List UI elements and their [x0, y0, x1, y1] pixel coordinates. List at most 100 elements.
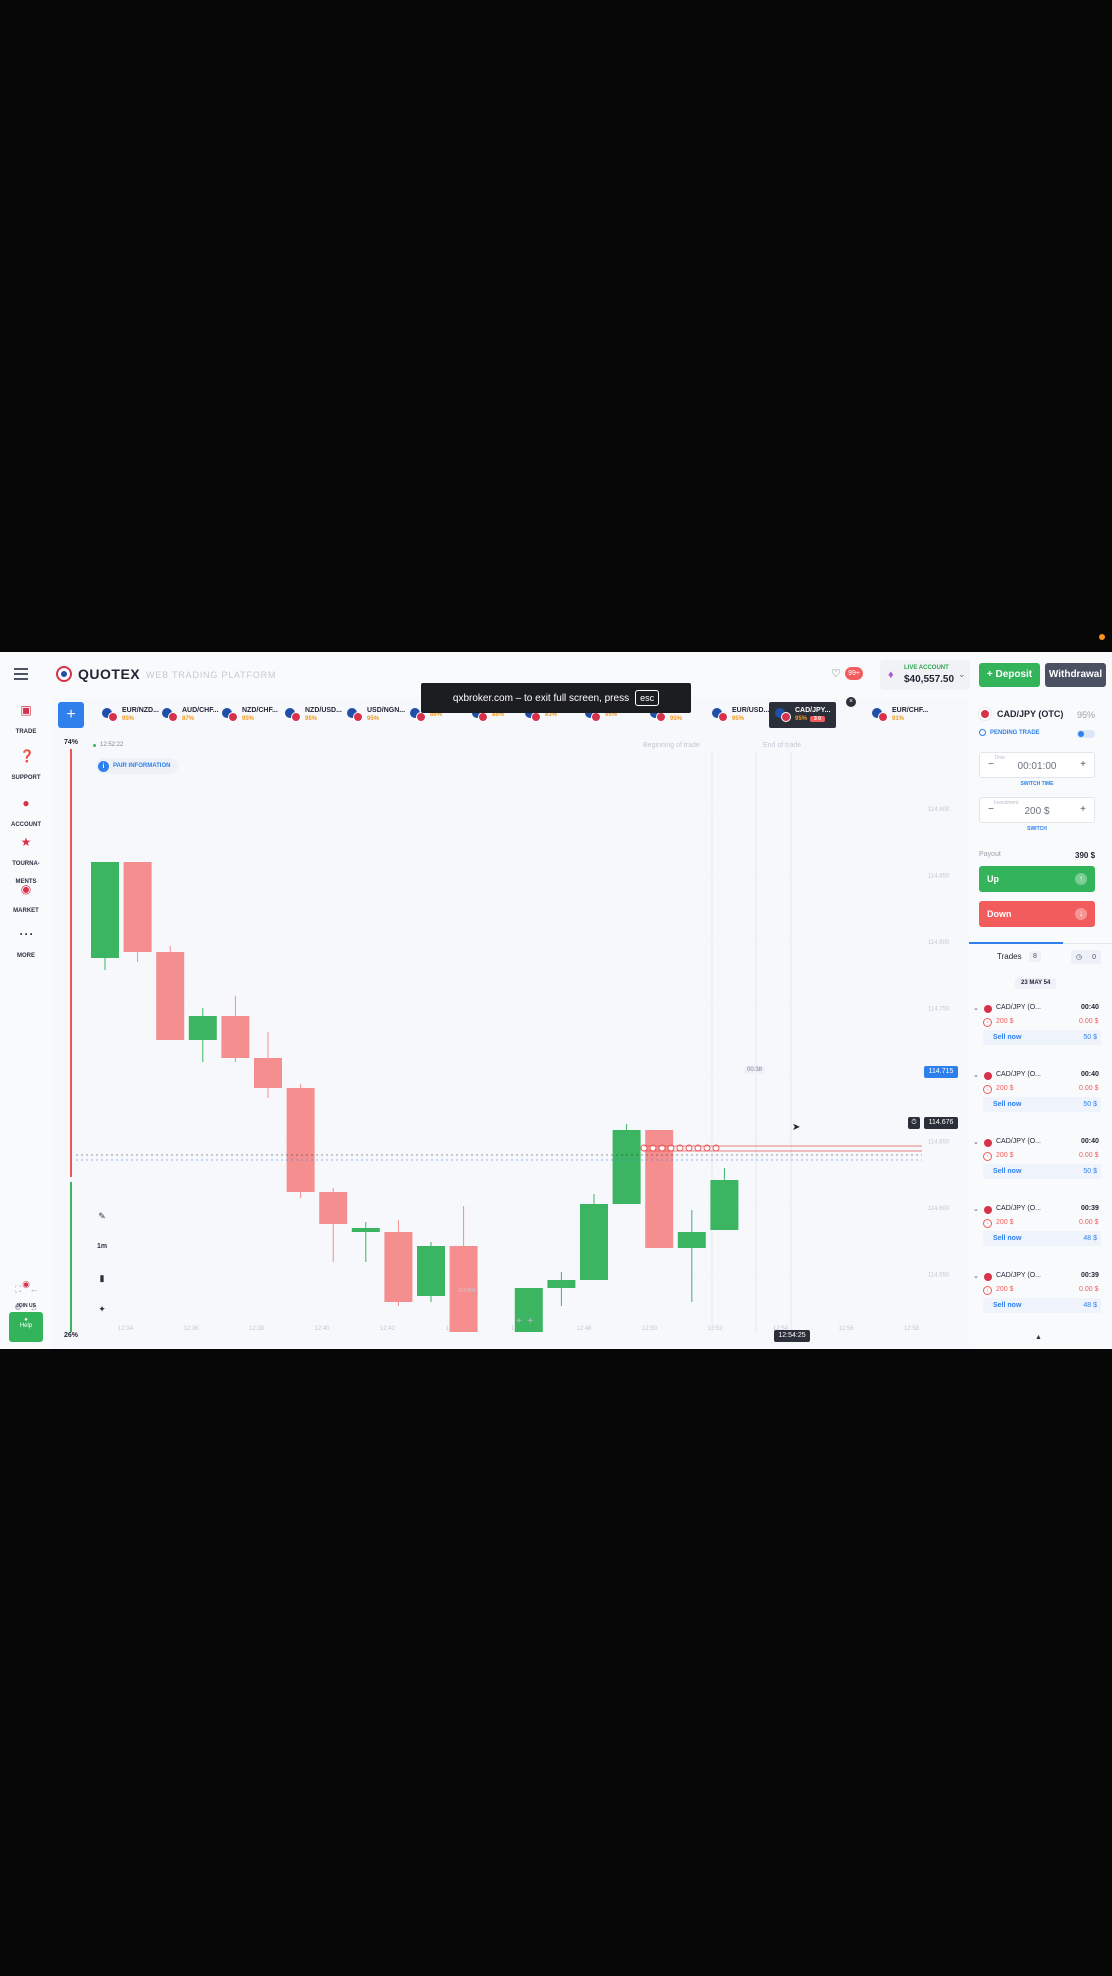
- sell-now-button[interactable]: Sell now 50 $: [983, 1164, 1101, 1179]
- asset-tab[interactable]: EUR/NZD... 95%: [102, 702, 159, 728]
- asset-tab-pct: 91%: [892, 716, 905, 722]
- trade-profit: 0.00 $: [1079, 1286, 1099, 1293]
- trade-time-left: 00:40: [1081, 1004, 1099, 1011]
- sidebar-item-tournaments[interactable]: ★ TOURNA- MENTS: [0, 836, 52, 888]
- asset-tab[interactable]: EUR/USD... 95%: [712, 702, 769, 728]
- sidebar-item-market[interactable]: ◉ MARKET: [0, 883, 52, 917]
- sell-now-button[interactable]: Sell now 50 $: [983, 1097, 1101, 1112]
- sidebar-item-more[interactable]: ··· MORE: [0, 928, 52, 962]
- down-button[interactable]: Down ↓: [979, 901, 1095, 927]
- asset-tab-name: CAD/JPY...: [795, 707, 831, 714]
- help-label: Help: [19, 1323, 33, 1329]
- selected-asset[interactable]: CAD/JPY (OTC): [979, 708, 1063, 720]
- y-tick-label: 114.850: [928, 874, 950, 880]
- asset-tab[interactable]: EUR/CHF... 91%: [872, 702, 928, 728]
- y-tick-label: 114.650: [928, 1140, 950, 1146]
- plus-icon[interactable]: +: [1078, 805, 1088, 815]
- canada-flag-icon: [984, 1072, 992, 1080]
- chevron-down-icon[interactable]: ⌄: [973, 1004, 979, 1012]
- sidebar-item-trade[interactable]: ▣ TRADE: [0, 704, 52, 738]
- sidebar-item-support[interactable]: ❓ SUPPORT: [0, 750, 52, 784]
- asset-tab-text: EUR/CHF... 91%: [892, 706, 928, 724]
- x-tick-label: 12:56: [839, 1326, 855, 1332]
- plus-icon[interactable]: +: [1078, 760, 1088, 770]
- pencil-icon[interactable]: ✎: [96, 1210, 108, 1222]
- sell-now-value: 50 $: [1083, 1168, 1097, 1175]
- trade-card[interactable]: ⌄ CAD/JPY (O... 00:40 ↓ 200 $ 0.00 $ Sell now 5…: [969, 1134, 1112, 1194]
- asset-tab-payout: 95%: [242, 715, 278, 724]
- chevron-down-icon[interactable]: ⌄: [973, 1071, 979, 1079]
- asset-tab-payout: 95%: [305, 715, 342, 724]
- sell-now-button[interactable]: Sell now 48 $: [983, 1298, 1101, 1313]
- switch-button[interactable]: SWITCH: [979, 826, 1095, 832]
- trade-amount: 200 $: [996, 1018, 1014, 1025]
- chevron-down-icon[interactable]: ⌄: [973, 1205, 979, 1213]
- help-button[interactable]: ● Help: [9, 1312, 43, 1342]
- tab-trades[interactable]: Trades: [997, 952, 1022, 961]
- trade-time-left: 00:39: [1081, 1272, 1099, 1279]
- candle-body: [384, 1232, 413, 1302]
- platform-label: WEB TRADING PLATFORM: [146, 670, 277, 680]
- time-stepper[interactable]: Time − 00:01:00 +: [979, 752, 1095, 778]
- trade-card[interactable]: ⌄ CAD/JPY (O... 00:39 ↓ 200 $ 0.00 $ Sell now 4…: [969, 1201, 1112, 1261]
- scroll-up-icon[interactable]: ▲: [1035, 1334, 1042, 1341]
- switch-time-button[interactable]: SWITCH TIME: [979, 781, 1095, 787]
- asset-tab[interactable]: NZD/USD... 95%: [285, 702, 342, 728]
- time-value[interactable]: 00:01:00: [980, 761, 1094, 772]
- trade-card[interactable]: ⌄ CAD/JPY (O... 00:40 ↓ 200 $ 0.00 $ Sell now 5…: [969, 1000, 1112, 1060]
- asset-tab-pct: 95%: [242, 716, 255, 722]
- pending-toggle[interactable]: [1077, 730, 1095, 738]
- flag-pair-icon: [347, 708, 363, 722]
- canada-flag-icon: [984, 1206, 992, 1214]
- sell-now-value: 48 $: [1083, 1235, 1097, 1242]
- join-us-link[interactable]: ◉ JOIN US: [12, 1278, 40, 1312]
- alarm-icon[interactable]: ⏱: [908, 1117, 920, 1129]
- brand-logo[interactable]: QUOTEX: [56, 666, 140, 682]
- asset-tab-payout: 95%: [732, 715, 769, 724]
- asset-tab[interactable]: NZD/CHF... 95%: [222, 702, 278, 728]
- sell-now-button[interactable]: Sell now 50 $: [983, 1030, 1101, 1045]
- deposit-button[interactable]: + Deposit: [979, 663, 1040, 687]
- sentiment-bar-down: [70, 749, 72, 1177]
- asset-tab[interactable]: CAD/JPY... 95% 3 0: [769, 702, 837, 728]
- chevron-down-icon[interactable]: ⌄: [973, 1138, 979, 1146]
- y-tick-label: 114.750: [928, 1007, 950, 1013]
- asset-tab-payout: 95% 3 0: [795, 715, 830, 724]
- sell-now-label: Sell now: [993, 1235, 1022, 1242]
- trade-profit: 0.00 $: [1079, 1219, 1099, 1226]
- bell-icon[interactable]: ♡: [829, 667, 843, 681]
- candlestick-chart[interactable]: 114.800114.850114.800114.750114.700114.6…: [76, 732, 956, 1332]
- trade-card[interactable]: ⌄ CAD/JPY (O... 00:39 ↓ 200 $ 0.00 $ Sell now 4…: [969, 1268, 1112, 1328]
- nav-label-tournaments-1: TOURNA-: [12, 861, 40, 867]
- fullscreen-toast: qxbroker.com – to exit full screen, pres…: [421, 683, 691, 713]
- tab-pending-trades[interactable]: ◷ 0: [1071, 950, 1101, 964]
- investment-stepper[interactable]: Investment − 200 $ +: [979, 797, 1095, 823]
- sell-now-button[interactable]: Sell now 48 $: [983, 1231, 1101, 1246]
- x-tick-label: 12:34: [118, 1326, 134, 1332]
- diamond-icon: ♦: [888, 669, 894, 681]
- y-tick-label: 114.800: [928, 807, 950, 813]
- sidebar-item-account[interactable]: ● ACCOUNT: [0, 797, 52, 831]
- investment-value[interactable]: 200 $: [980, 806, 1094, 817]
- asset-tab[interactable]: USD/NGN... 95%: [347, 702, 405, 728]
- pending-trade[interactable]: PENDING TRADE: [979, 729, 1040, 736]
- trades-count-badge: 8: [1029, 951, 1041, 962]
- zoom-controls[interactable]: + +: [516, 1316, 533, 1327]
- add-asset-button[interactable]: +: [58, 702, 84, 728]
- withdrawal-button[interactable]: Withdrawal: [1045, 663, 1106, 687]
- asset-tab[interactable]: AUD/CHF... 87%: [162, 702, 219, 728]
- current-price-tag: 114.715: [924, 1066, 958, 1078]
- esc-key: esc: [635, 690, 660, 706]
- indicators-icon[interactable]: ✦: [96, 1303, 108, 1315]
- account-selector[interactable]: ♦ LIVE ACCOUNT $40,557.50 ⌄: [880, 660, 970, 690]
- up-button[interactable]: Up ↑: [979, 866, 1095, 892]
- close-tab-icon[interactable]: ×: [846, 697, 856, 707]
- menu-icon[interactable]: [14, 668, 28, 680]
- low-price-label: 114.584: [458, 1288, 476, 1294]
- timeframe-button[interactable]: 1m: [96, 1241, 108, 1253]
- chart-type-icon[interactable]: ▮: [96, 1272, 108, 1284]
- trade-card[interactable]: ⌄ CAD/JPY (O... 00:40 ↓ 200 $ 0.00 $ Sell now 5…: [969, 1067, 1112, 1127]
- join-us-label: JOIN US: [15, 1303, 36, 1309]
- chevron-down-icon[interactable]: ⌄: [973, 1272, 979, 1280]
- question-icon: ❓: [19, 749, 35, 763]
